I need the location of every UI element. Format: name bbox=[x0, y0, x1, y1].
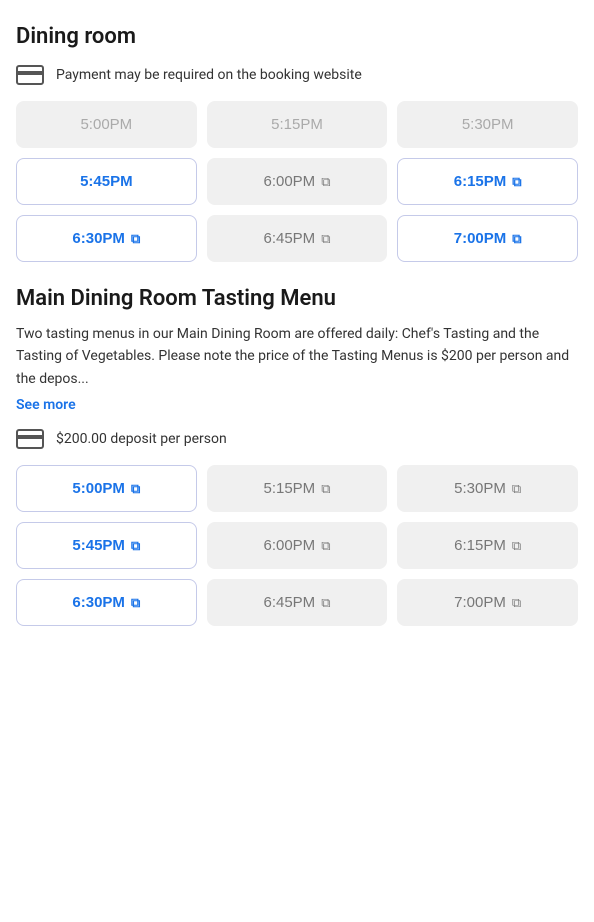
time-slot-label: 6:45PM bbox=[263, 594, 315, 611]
external-link-icon: ⧉ bbox=[512, 538, 521, 554]
see-more-link[interactable]: See more bbox=[16, 397, 76, 413]
external-link-icon: ⧉ bbox=[512, 481, 521, 497]
time-slot-button[interactable]: 6:15PM ⧉ bbox=[397, 158, 578, 205]
payment-notice-text: Payment may be required on the booking w… bbox=[56, 67, 362, 83]
time-slot-label: 5:00PM bbox=[80, 116, 132, 133]
time-slot-button[interactable]: 6:30PM ⧉ bbox=[16, 579, 197, 626]
tasting-menu-time-grid: 5:00PM⧉5:15PM⧉5:30PM⧉5:45PM⧉6:00PM⧉6:15P… bbox=[16, 465, 578, 626]
time-slot-button[interactable]: 5:00PM ⧉ bbox=[16, 465, 197, 512]
external-link-icon: ⧉ bbox=[131, 231, 140, 247]
time-slot-button[interactable]: 5:45PM bbox=[16, 158, 197, 205]
time-slot-label: 6:00PM bbox=[263, 537, 315, 554]
deposit-card-icon bbox=[16, 429, 44, 449]
time-slot-button[interactable]: 7:00PM ⧉ bbox=[397, 579, 578, 626]
time-slot-label: 6:30PM bbox=[72, 230, 125, 247]
time-slot-button[interactable]: 6:15PM ⧉ bbox=[397, 522, 578, 569]
time-slot-label: 5:45PM bbox=[80, 173, 133, 190]
external-link-icon: ⧉ bbox=[321, 595, 330, 611]
tasting-menu-title: Main Dining Room Tasting Menu bbox=[16, 286, 578, 311]
external-link-icon: ⧉ bbox=[321, 481, 330, 497]
external-link-icon: ⧉ bbox=[131, 538, 140, 554]
time-slot-button: 5:00PM bbox=[16, 101, 197, 148]
time-slot-button[interactable]: 7:00PM ⧉ bbox=[397, 215, 578, 262]
time-slot-label: 5:30PM bbox=[454, 480, 506, 497]
dining-room-time-grid: 5:00PM5:15PM5:30PM5:45PM6:00PM⧉6:15PM⧉6:… bbox=[16, 101, 578, 262]
external-link-icon: ⧉ bbox=[321, 231, 330, 247]
time-slot-label: 6:15PM bbox=[454, 537, 506, 554]
time-slot-label: 7:00PM bbox=[454, 230, 507, 247]
dining-room-title: Dining room bbox=[16, 24, 578, 49]
time-slot-button[interactable]: 5:30PM ⧉ bbox=[397, 465, 578, 512]
external-link-icon: ⧉ bbox=[131, 481, 140, 497]
time-slot-button[interactable]: 6:00PM ⧉ bbox=[207, 522, 388, 569]
time-slot-label: 5:30PM bbox=[462, 116, 514, 133]
external-link-icon: ⧉ bbox=[512, 174, 521, 190]
tasting-menu-description: Two tasting menus in our Main Dining Roo… bbox=[16, 323, 578, 390]
time-slot-button[interactable]: 5:45PM ⧉ bbox=[16, 522, 197, 569]
deposit-notice-text: $200.00 deposit per person bbox=[56, 431, 227, 447]
time-slot-label: 6:30PM bbox=[72, 594, 125, 611]
time-slot-label: 5:00PM bbox=[72, 480, 125, 497]
time-slot-button[interactable]: 5:15PM ⧉ bbox=[207, 465, 388, 512]
payment-notice: Payment may be required on the booking w… bbox=[16, 65, 578, 85]
time-slot-label: 6:45PM bbox=[263, 230, 315, 247]
external-link-icon: ⧉ bbox=[131, 595, 140, 611]
time-slot-button[interactable]: 6:45PM ⧉ bbox=[207, 579, 388, 626]
time-slot-label: 5:15PM bbox=[271, 116, 323, 133]
time-slot-button[interactable]: 6:30PM ⧉ bbox=[16, 215, 197, 262]
deposit-notice: $200.00 deposit per person bbox=[16, 429, 578, 449]
external-link-icon: ⧉ bbox=[321, 174, 330, 190]
time-slot-button[interactable]: 6:45PM ⧉ bbox=[207, 215, 388, 262]
time-slot-button: 5:15PM bbox=[207, 101, 388, 148]
time-slot-label: 7:00PM bbox=[454, 594, 506, 611]
external-link-icon: ⧉ bbox=[321, 538, 330, 554]
time-slot-label: 6:15PM bbox=[454, 173, 507, 190]
external-link-icon: ⧉ bbox=[512, 595, 521, 611]
time-slot-label: 5:45PM bbox=[72, 537, 125, 554]
external-link-icon: ⧉ bbox=[512, 231, 521, 247]
time-slot-button[interactable]: 6:00PM ⧉ bbox=[207, 158, 388, 205]
time-slot-button: 5:30PM bbox=[397, 101, 578, 148]
card-icon bbox=[16, 65, 44, 85]
time-slot-label: 6:00PM bbox=[263, 173, 315, 190]
time-slot-label: 5:15PM bbox=[263, 480, 315, 497]
